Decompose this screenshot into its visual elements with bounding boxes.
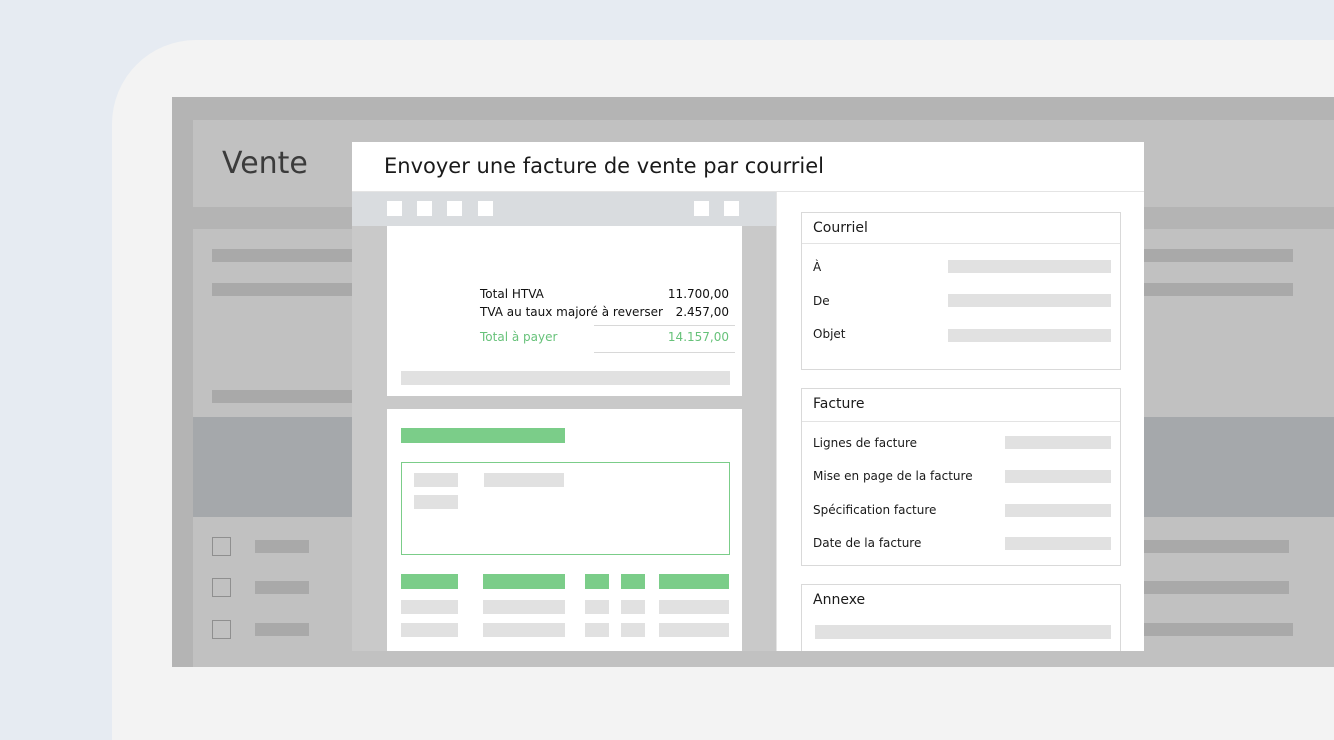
field-label: Date de la facture <box>813 536 922 550</box>
section-title: Annexe <box>813 592 866 608</box>
total-value: 14.157,00 <box>667 330 729 344</box>
summary-value: 2.457,00 <box>675 305 729 319</box>
placeholder-cell <box>483 623 565 637</box>
row-checkbox[interactable] <box>212 620 231 639</box>
send-invoice-modal: Envoyer une facture de vente par courrie… <box>352 142 1144 651</box>
email-section: Courriel À De Objet <box>801 212 1121 370</box>
placeholder-line <box>212 249 352 262</box>
subject-field[interactable] <box>948 329 1111 342</box>
summary-value: 11.700,00 <box>667 287 729 301</box>
field-label: À <box>813 260 822 274</box>
attachment-section: Annexe <box>801 584 1121 651</box>
column-header <box>621 574 645 589</box>
section-title: Facture <box>813 396 865 412</box>
summary-label: TVA au taux majoré à reverser <box>480 305 663 319</box>
placeholder-line <box>1143 540 1289 553</box>
invoice-page-summary: Total HTVA 11.700,00 TVA au taux majoré … <box>387 226 742 396</box>
placeholder-line <box>1143 581 1289 594</box>
invoice-layout-select[interactable] <box>1005 470 1111 483</box>
placeholder-cell <box>585 600 609 614</box>
divider <box>594 325 735 326</box>
field-label: Spécification facture <box>813 503 937 517</box>
placeholder-line <box>484 473 564 487</box>
invoice-section: Facture Lignes de facture Mise en page d… <box>801 388 1121 566</box>
divider <box>594 352 735 353</box>
toolbar-button[interactable] <box>387 201 402 216</box>
invoice-lines-select[interactable] <box>1005 436 1111 449</box>
invoice-specification-select[interactable] <box>1005 504 1111 517</box>
field-label: De <box>813 294 830 308</box>
placeholder-line <box>414 473 458 487</box>
from-field[interactable] <box>948 294 1111 307</box>
section-title: Courriel <box>813 220 868 236</box>
placeholder-line <box>212 390 352 403</box>
placeholder-heading <box>401 428 565 443</box>
placeholder-cell <box>401 623 458 637</box>
placeholder-cell <box>483 600 565 614</box>
toolbar-button[interactable] <box>447 201 462 216</box>
placeholder-line <box>401 371 730 385</box>
field-label: Lignes de facture <box>813 436 918 450</box>
address-box <box>401 462 730 555</box>
placeholder-cell <box>585 623 609 637</box>
placeholder-line <box>1143 249 1293 262</box>
settings-panel: Courriel À De Objet Facture Lignes de fa… <box>776 192 1144 651</box>
placeholder-line <box>1143 283 1293 296</box>
to-field[interactable] <box>948 260 1111 273</box>
placeholder-cell <box>659 600 729 614</box>
toolbar-button[interactable] <box>417 201 432 216</box>
column-header <box>401 574 458 589</box>
invoice-preview: Total HTVA 11.700,00 TVA au taux majoré … <box>352 192 776 651</box>
total-label: Total à payer <box>480 330 558 344</box>
column-header <box>483 574 565 589</box>
divider <box>802 243 1120 244</box>
modal-title: Envoyer une facture de vente par courrie… <box>384 154 824 178</box>
field-label: Objet <box>813 327 846 341</box>
row-checkbox[interactable] <box>212 537 231 556</box>
toolbar-button[interactable] <box>694 201 709 216</box>
placeholder-cell <box>621 623 645 637</box>
placeholder-line <box>255 540 309 553</box>
column-header <box>659 574 729 589</box>
placeholder-line <box>255 623 309 636</box>
summary-label: Total HTVA <box>480 287 544 301</box>
preview-toolbar <box>352 192 776 226</box>
placeholder-line <box>212 283 352 296</box>
column-header <box>585 574 609 589</box>
divider <box>802 421 1120 422</box>
invoice-page-lines <box>387 409 742 651</box>
invoice-date-field[interactable] <box>1005 537 1111 550</box>
page-title: Vente <box>222 146 308 181</box>
field-label: Mise en page de la facture <box>813 469 973 483</box>
placeholder-cell <box>659 623 729 637</box>
toolbar-button[interactable] <box>724 201 739 216</box>
placeholder-cell <box>621 600 645 614</box>
placeholder-cell <box>401 600 458 614</box>
toolbar-button[interactable] <box>478 201 493 216</box>
attachment-field[interactable] <box>815 625 1111 639</box>
placeholder-line <box>1143 623 1293 636</box>
placeholder-line <box>255 581 309 594</box>
row-checkbox[interactable] <box>212 578 231 597</box>
placeholder-line <box>414 495 458 509</box>
